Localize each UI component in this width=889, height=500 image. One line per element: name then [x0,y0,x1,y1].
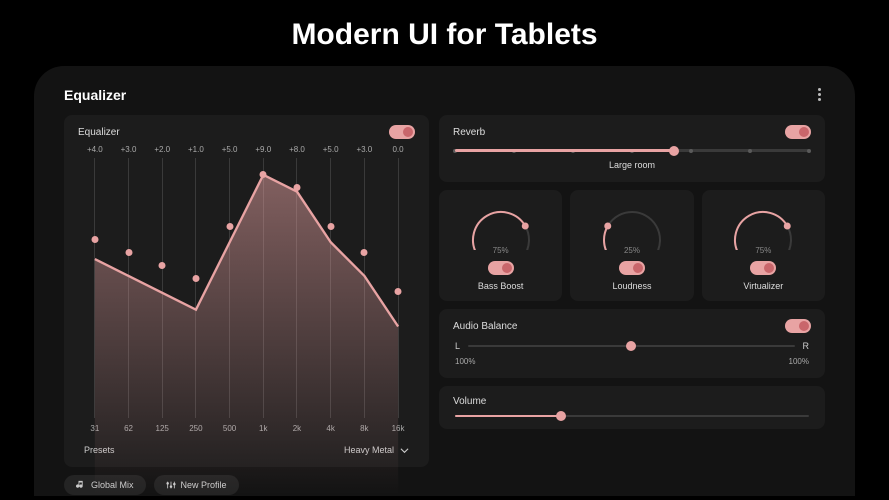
eq-freq-label: 16k [381,424,415,433]
eq-band-thumb[interactable] [395,288,402,295]
eq-band-slider[interactable] [145,158,179,418]
reverb-value-label: Large room [455,160,809,170]
presets-label: Presets [84,445,115,455]
eq-freq-label: 125 [145,424,179,433]
chevron-down-icon [400,446,409,455]
equalizer-card: Equalizer +4.0+3.0+2.0+1.0+5.0+9.0+8.0+5… [64,115,429,467]
eq-band-slider[interactable] [78,158,112,418]
knob-card: 75%Virtualizer [702,190,825,301]
eq-gain-label: +5.0 [213,145,247,154]
page-title: Modern UI for Tablets [0,0,889,66]
reverb-thumb[interactable] [669,146,679,156]
eq-band-slider[interactable] [246,158,280,418]
balance-right-label: R [803,341,810,351]
eq-band-thumb[interactable] [260,171,267,178]
eq-band-thumb[interactable] [91,236,98,243]
balance-right-pct: 100% [789,357,809,366]
app-title: Equalizer [64,87,126,103]
volume-title: Volume [453,396,811,407]
eq-gain-labels: +4.0+3.0+2.0+1.0+5.0+9.0+8.0+5.0+3.00.0 [78,139,415,158]
eq-freq-label: 1k [246,424,280,433]
balance-slider[interactable] [468,345,794,347]
knob-toggle[interactable] [488,261,514,275]
eq-band-thumb[interactable] [226,223,233,230]
main-grid: Equalizer +4.0+3.0+2.0+1.0+5.0+9.0+8.0+5… [64,115,825,495]
profile-chips: Global Mix New Profile [64,475,429,495]
knobs-row: 75%Bass Boost25%Loudness75%Virtualizer [439,190,825,301]
knob-name: Bass Boost [447,281,554,291]
eq-band-slider[interactable] [381,158,415,418]
equalizer-toggle[interactable] [389,125,415,139]
eq-freq-label: 31 [78,424,112,433]
balance-title: Audio Balance [453,321,518,332]
knob-dial[interactable] [728,200,798,250]
eq-band-slider[interactable] [179,158,213,418]
eq-freq-label: 62 [112,424,146,433]
eq-freq-labels: 31621252505001k2k4k8k16k [78,418,415,441]
eq-band-slider[interactable] [213,158,247,418]
music-note-icon [76,480,86,490]
eq-band-slider[interactable] [348,158,382,418]
knob-toggle[interactable] [619,261,645,275]
chip-label: New Profile [181,480,227,490]
reverb-card: Reverb Large room [439,115,825,182]
balance-thumb[interactable] [626,341,636,351]
knob-name: Loudness [578,281,685,291]
eq-freq-label: 500 [213,424,247,433]
preset-dropdown[interactable]: Heavy Metal [344,445,409,455]
eq-gain-label: +3.0 [112,145,146,154]
reverb-toggle[interactable] [785,125,811,139]
eq-band-slider[interactable] [314,158,348,418]
eq-freq-label: 8k [348,424,382,433]
volume-slider[interactable] [455,415,809,417]
eq-freq-label: 4k [314,424,348,433]
new-profile-chip[interactable]: New Profile [154,475,239,495]
eq-body [78,158,415,418]
eq-band-slider[interactable] [112,158,146,418]
knob-card: 25%Loudness [570,190,693,301]
eq-band-thumb[interactable] [293,184,300,191]
eq-band-thumb[interactable] [125,249,132,256]
device-frame: Equalizer Equalizer +4.0+3.0+2.0+1.0+5.0… [34,66,855,496]
eq-gain-label: +1.0 [179,145,213,154]
reverb-slider[interactable] [455,149,809,152]
eq-band-slider[interactable] [280,158,314,418]
eq-gain-label: +3.0 [348,145,382,154]
eq-gain-label: +9.0 [246,145,280,154]
eq-gain-label: 0.0 [381,145,415,154]
knob-dial[interactable] [597,200,667,250]
volume-card: Volume [439,386,825,429]
left-column: Equalizer +4.0+3.0+2.0+1.0+5.0+9.0+8.0+5… [64,115,429,495]
eq-band-thumb[interactable] [327,223,334,230]
balance-toggle[interactable] [785,319,811,333]
audio-balance-card: Audio Balance L R 100% 100% [439,309,825,378]
eq-gain-label: +8.0 [280,145,314,154]
app-header: Equalizer [64,80,825,115]
eq-gain-label: +4.0 [78,145,112,154]
eq-freq-label: 2k [280,424,314,433]
knob-name: Virtualizer [710,281,817,291]
volume-thumb[interactable] [556,411,566,421]
right-column: Reverb Large room 75%Bass Boost25%Loudne… [439,115,825,495]
more-options-icon[interactable] [814,84,825,105]
chip-label: Global Mix [91,480,134,490]
eq-band-thumb[interactable] [159,262,166,269]
reverb-title: Reverb [453,127,485,138]
eq-freq-label: 250 [179,424,213,433]
knob-card: 75%Bass Boost [439,190,562,301]
balance-left-label: L [455,341,460,351]
equalizer-title: Equalizer [78,127,120,138]
eq-band-thumb[interactable] [361,249,368,256]
preset-selected: Heavy Metal [344,445,394,455]
eq-gain-label: +5.0 [314,145,348,154]
global-mix-chip[interactable]: Global Mix [64,475,146,495]
sliders-icon [166,480,176,490]
knob-dial[interactable] [466,200,536,250]
eq-band-thumb[interactable] [192,275,199,282]
balance-left-pct: 100% [455,357,475,366]
eq-gain-label: +2.0 [145,145,179,154]
knob-toggle[interactable] [750,261,776,275]
eq-sliders [78,158,415,418]
